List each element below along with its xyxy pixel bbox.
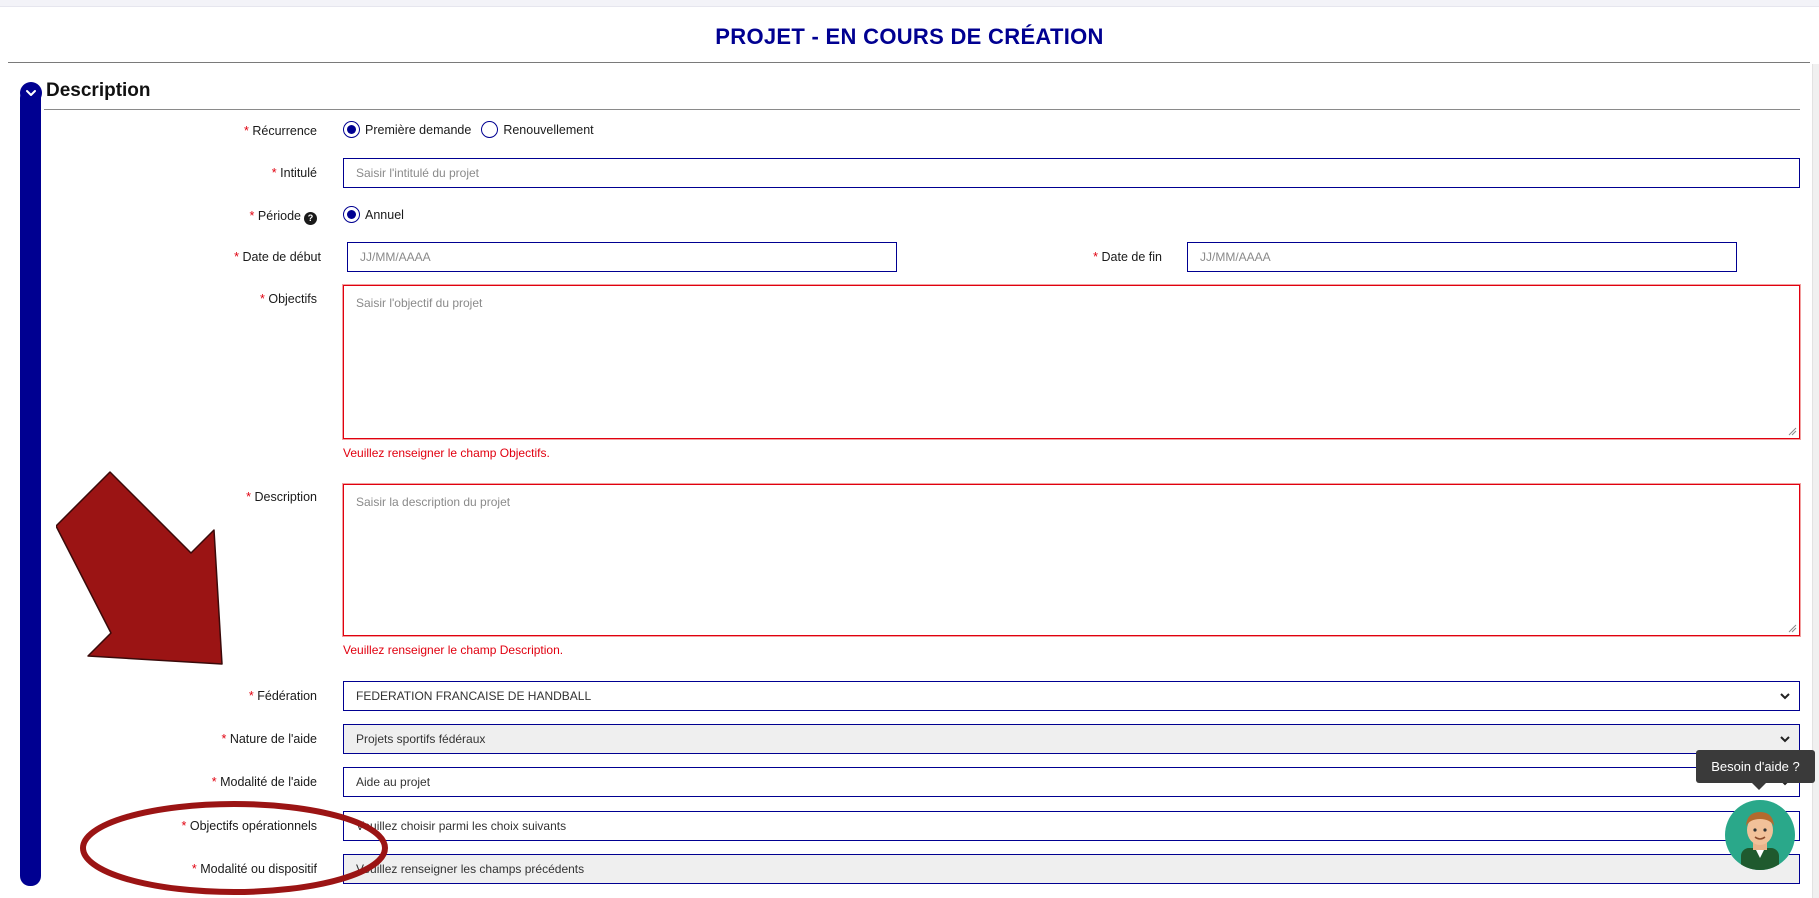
date-fin-label: * Date de fin bbox=[1093, 250, 1162, 264]
intitule-input[interactable]: Saisir l'intitulé du projet bbox=[343, 158, 1800, 188]
section-side-bar bbox=[20, 88, 41, 886]
objectifs-textarea[interactable]: Saisir l'objectif du projet bbox=[343, 285, 1800, 439]
recurrence-renewal-radio[interactable] bbox=[481, 121, 499, 138]
description-error: Veuillez renseigner le champ Description… bbox=[343, 643, 564, 657]
periode-label: * Période? bbox=[250, 209, 317, 225]
recurrence-renewal-label[interactable]: Renouvellement bbox=[503, 123, 593, 137]
description-placeholder: Saisir la description du projet bbox=[356, 495, 511, 509]
date-debut-input[interactable]: JJ/MM/AAAA bbox=[347, 242, 897, 272]
section-divider bbox=[44, 109, 1800, 110]
modalite-dispositif-value: Veuillez renseigner les champs précédent… bbox=[356, 862, 585, 876]
help-chat-button[interactable] bbox=[1725, 800, 1795, 870]
description-label: * Description bbox=[246, 490, 317, 504]
modalite-aide-label: * Modalité de l'aide bbox=[211, 775, 317, 789]
chevron-down-icon bbox=[1780, 693, 1790, 700]
red-ellipse-annotation bbox=[80, 801, 388, 895]
chevron-down-icon bbox=[1780, 736, 1790, 743]
section-title: Description bbox=[46, 80, 151, 101]
description-textarea[interactable]: Saisir la description du projet bbox=[343, 484, 1800, 636]
periode-annual-label[interactable]: Annuel bbox=[365, 208, 404, 222]
recurrence-first-radio[interactable] bbox=[343, 121, 360, 138]
nature-aide-value: Projets sportifs fédéraux bbox=[356, 732, 486, 746]
date-debut-label: * Date de début bbox=[234, 250, 321, 264]
periode-radio-group: Annuel bbox=[343, 206, 414, 223]
modalite-aide-select[interactable]: Aide au projet bbox=[343, 767, 1800, 797]
question-circle-icon[interactable]: ? bbox=[304, 211, 317, 225]
federation-label: * Fédération bbox=[248, 689, 317, 703]
federation-value: FEDERATION FRANCAISE DE HANDBALL bbox=[356, 689, 592, 703]
help-tooltip: Besoin d'aide ? bbox=[1696, 750, 1815, 783]
objectifs-placeholder: Saisir l'objectif du projet bbox=[356, 296, 483, 310]
recurrence-first-label[interactable]: Première demande bbox=[365, 123, 471, 137]
modalite-aide-value: Aide au projet bbox=[356, 775, 431, 789]
recurrence-label: * Récurrence bbox=[244, 124, 317, 138]
title-divider bbox=[8, 62, 1810, 63]
objectifs-operationnels-select[interactable]: Veuillez choisir parmi les choix suivant… bbox=[343, 811, 1800, 841]
top-bar bbox=[0, 0, 1819, 7]
federation-select[interactable]: FEDERATION FRANCAISE DE HANDBALL bbox=[343, 681, 1800, 711]
objectifs-error: Veuillez renseigner le champ Objectifs. bbox=[343, 446, 550, 460]
help-tooltip-pointer bbox=[1752, 783, 1766, 790]
nature-aide-label: * Nature de l'aide bbox=[221, 732, 317, 746]
date-fin-input[interactable]: JJ/MM/AAAA bbox=[1187, 242, 1737, 272]
red-arrow-annotation bbox=[56, 471, 223, 665]
nature-aide-select[interactable]: Projets sportifs fédéraux bbox=[343, 724, 1800, 754]
objectifs-label: * Objectifs bbox=[260, 292, 317, 306]
recurrence-radio-group: Première demande Renouvellement bbox=[343, 121, 604, 138]
modalite-dispositif-select[interactable]: Veuillez renseigner les champs précédent… bbox=[343, 854, 1800, 884]
page-title: PROJET - EN COURS DE CRÉATION bbox=[715, 24, 1104, 49]
periode-annual-radio[interactable] bbox=[343, 206, 360, 223]
chevron-down-icon bbox=[26, 90, 36, 96]
resize-grip-icon[interactable] bbox=[1787, 623, 1797, 633]
resize-grip-icon[interactable] bbox=[1787, 426, 1797, 436]
assistant-avatar-icon bbox=[1741, 812, 1779, 870]
intitule-label: * Intitulé bbox=[271, 166, 317, 180]
section-toggle-button[interactable] bbox=[20, 82, 42, 104]
